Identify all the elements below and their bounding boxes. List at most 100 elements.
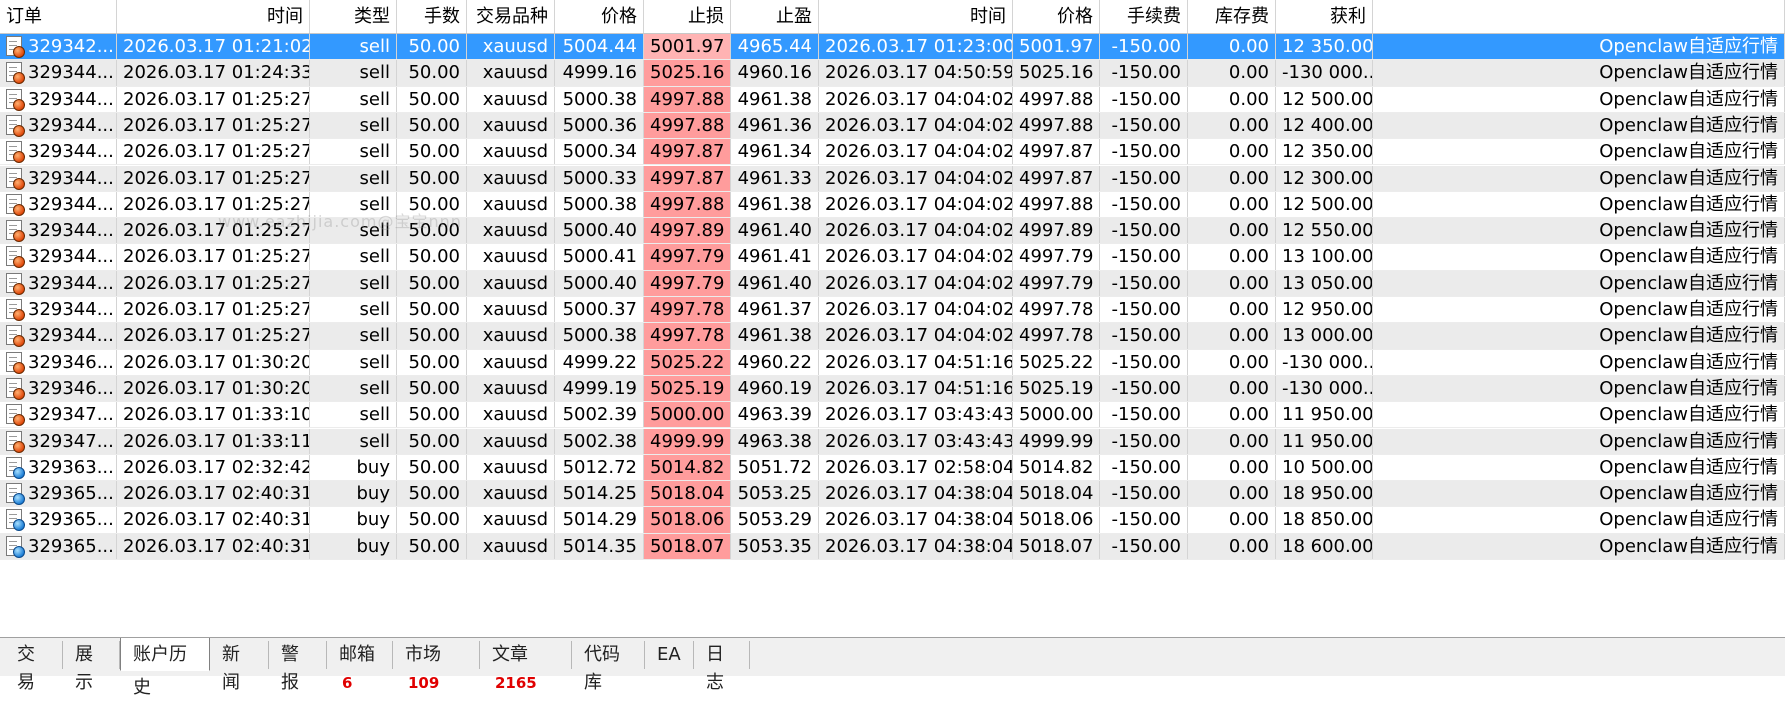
- cell-symbol: xauusd: [467, 191, 555, 218]
- tab-2[interactable]: 账户历史: [120, 638, 210, 698]
- table-row[interactable]: 329365... 2026.03.17 02:40:31 buy 50.00 xauu…: [0, 481, 1785, 508]
- cell-symbol: xauusd: [467, 297, 555, 323]
- table-row[interactable]: 329344... 2026.03.17 01:25:27 sell 50.00 xau…: [0, 244, 1785, 271]
- header-col-close-time[interactable]: 时间: [819, 0, 1013, 33]
- cell-symbol: xauusd: [467, 112, 555, 139]
- cell-type: sell: [310, 86, 397, 112]
- cell-close-time: 2026.03.17 04:04:02: [819, 86, 1013, 112]
- cell-profit: 13 050.00: [1276, 270, 1373, 296]
- cell-lots: 50.00: [397, 402, 467, 428]
- table-row[interactable]: 329344... 2026.03.17 01:24:33 sell 50.00 xau…: [0, 60, 1785, 87]
- cell-symbol: xauusd: [467, 402, 555, 428]
- header-col-symbol[interactable]: 交易品种: [467, 0, 555, 33]
- tab-label: 文章: [492, 644, 528, 665]
- cell-comment: Openclaw自适应行情: [1373, 533, 1785, 559]
- cell-commission: -150.00: [1100, 533, 1188, 559]
- cell-close-price: 5018.06: [1013, 507, 1100, 533]
- header-col-type[interactable]: 类型: [310, 0, 397, 33]
- table-row[interactable]: 329346... 2026.03.17 01:30:20 sell 50.00 xau…: [0, 375, 1785, 403]
- table-row[interactable]: 329344... 2026.03.17 01:25:27 sell 50.00 xau…: [0, 270, 1785, 297]
- table-row[interactable]: 329363... 2026.03.17 02:32:42 buy 50.00 xauu…: [0, 454, 1785, 482]
- cell-commission: -150.00: [1100, 375, 1188, 402]
- cell-price: 5000.34: [555, 139, 644, 165]
- tab-8[interactable]: 代码库: [572, 641, 645, 693]
- header-col-order[interactable]: 订单: [0, 0, 117, 33]
- header-col-stop-loss[interactable]: 止损: [644, 0, 731, 33]
- cell-swap: 0.00: [1188, 191, 1276, 218]
- cell-price: 5000.37: [555, 297, 644, 323]
- cell-tp: 4960.22: [731, 349, 819, 375]
- header-col-open-time[interactable]: 时间: [117, 0, 310, 33]
- tab-3[interactable]: 新闻: [210, 641, 269, 693]
- cell-open-time: 2026.03.17 02:40:31: [117, 481, 310, 507]
- table-row[interactable]: 329347... 2026.03.17 01:33:10 sell 50.00 xau…: [0, 402, 1785, 429]
- header-col-take-profit[interactable]: 止盈: [731, 0, 819, 33]
- tab-0[interactable]: 交易: [5, 641, 63, 693]
- table-row[interactable]: 329344... 2026.03.17 01:25:27 sell 50.00 xau…: [0, 112, 1785, 140]
- cell-swap: 0.00: [1188, 454, 1276, 481]
- cell-close-time: 2026.03.17 04:04:02: [819, 218, 1013, 244]
- table-row[interactable]: 329342... 2026.03.17 01:21:02 sell 50.00 xau…: [0, 34, 1785, 61]
- cell-open-time: 2026.03.17 01:25:27: [117, 139, 310, 165]
- cell-sl: 4997.87: [644, 139, 731, 165]
- cell-close-price: 4997.87: [1013, 165, 1100, 191]
- tab-6[interactable]: 市场 109: [393, 641, 480, 692]
- table-row[interactable]: 329344... 2026.03.17 01:25:27 sell 50.00 xau…: [0, 191, 1785, 219]
- header-col-commission[interactable]: 手续费: [1100, 0, 1188, 33]
- cell-price: 4999.16: [555, 60, 644, 86]
- table-row[interactable]: 329344... 2026.03.17 01:25:27 sell 50.00 xau…: [0, 86, 1785, 113]
- cell-price: 5000.38: [555, 86, 644, 112]
- cell-symbol: xauusd: [467, 323, 555, 349]
- header-col-close-price[interactable]: 价格: [1013, 0, 1100, 33]
- cell-type: sell: [310, 402, 397, 428]
- table-row[interactable]: 329344... 2026.03.17 01:25:27 sell 50.00 xau…: [0, 218, 1785, 245]
- cell-symbol: xauusd: [467, 34, 555, 60]
- cell-symbol: xauusd: [467, 86, 555, 112]
- table-row[interactable]: 329344... 2026.03.17 01:25:27 sell 50.00 xau…: [0, 323, 1785, 350]
- tab-label: 账户历史: [133, 644, 187, 698]
- cell-open-time: 2026.03.17 01:24:33: [117, 60, 310, 86]
- cell-sl: 4997.88: [644, 112, 731, 139]
- tab-1[interactable]: 展示: [63, 641, 120, 693]
- table-row[interactable]: 329346... 2026.03.17 01:30:20 sell 50.00 xau…: [0, 349, 1785, 376]
- header-col-swap[interactable]: 库存费: [1188, 0, 1276, 33]
- tab-badge: 2165: [495, 674, 537, 692]
- cell-tp: 4961.37: [731, 297, 819, 323]
- cell-symbol: xauusd: [467, 218, 555, 244]
- header-col-lots[interactable]: 手数: [397, 0, 467, 33]
- cell-comment: Openclaw自适应行情: [1373, 270, 1785, 296]
- cell-lots: 50.00: [397, 323, 467, 349]
- table-row[interactable]: 329344... 2026.03.17 01:25:27 sell 50.00 xau…: [0, 139, 1785, 166]
- header-col-price[interactable]: 价格: [555, 0, 644, 33]
- tab-7[interactable]: 文章 2165: [480, 641, 572, 692]
- cell-profit: 12 500.00: [1276, 191, 1373, 218]
- cell-sl: 4997.89: [644, 218, 731, 244]
- cell-swap: 0.00: [1188, 34, 1276, 60]
- cell-comment: Openclaw自适应行情: [1373, 112, 1785, 139]
- order-id: 329342...: [28, 36, 114, 57]
- cell-swap: 0.00: [1188, 139, 1276, 165]
- tab-5[interactable]: 邮箱 6: [327, 641, 393, 692]
- tab-10[interactable]: 日志: [694, 641, 750, 693]
- cell-price: 5000.36: [555, 112, 644, 139]
- cell-comment: Openclaw自适应行情: [1373, 34, 1785, 60]
- cell-close-time: 2026.03.17 04:04:02: [819, 270, 1013, 296]
- cell-price: 5014.29: [555, 507, 644, 533]
- table-row[interactable]: 329344... 2026.03.17 01:25:27 sell 50.00 xau…: [0, 297, 1785, 324]
- table-row[interactable]: 329365... 2026.03.17 02:40:31 buy 50.00 xauu…: [0, 507, 1785, 534]
- tab-9[interactable]: EA: [645, 641, 694, 669]
- cell-sl: 5025.22: [644, 349, 731, 375]
- cell-sl: 4999.99: [644, 428, 731, 454]
- header-col-profit[interactable]: 获利: [1276, 0, 1373, 33]
- sell-order-icon: [6, 220, 25, 243]
- cell-open-time: 2026.03.17 01:30:20: [117, 375, 310, 402]
- cell-profit: 18 850.00: [1276, 507, 1373, 533]
- cell-symbol: xauusd: [467, 428, 555, 454]
- cell-price: 5000.38: [555, 191, 644, 218]
- table-row[interactable]: 329365... 2026.03.17 02:40:31 buy 50.00 xauu…: [0, 533, 1785, 560]
- table-row[interactable]: 329344... 2026.03.17 01:25:27 sell 50.00 xau…: [0, 165, 1785, 192]
- table-row[interactable]: 329347... 2026.03.17 01:33:11 sell 50.00 xau…: [0, 428, 1785, 455]
- header-col-comment[interactable]: [1373, 0, 1785, 33]
- tab-4[interactable]: 警报: [269, 641, 327, 693]
- cell-order: 329365...: [0, 533, 117, 559]
